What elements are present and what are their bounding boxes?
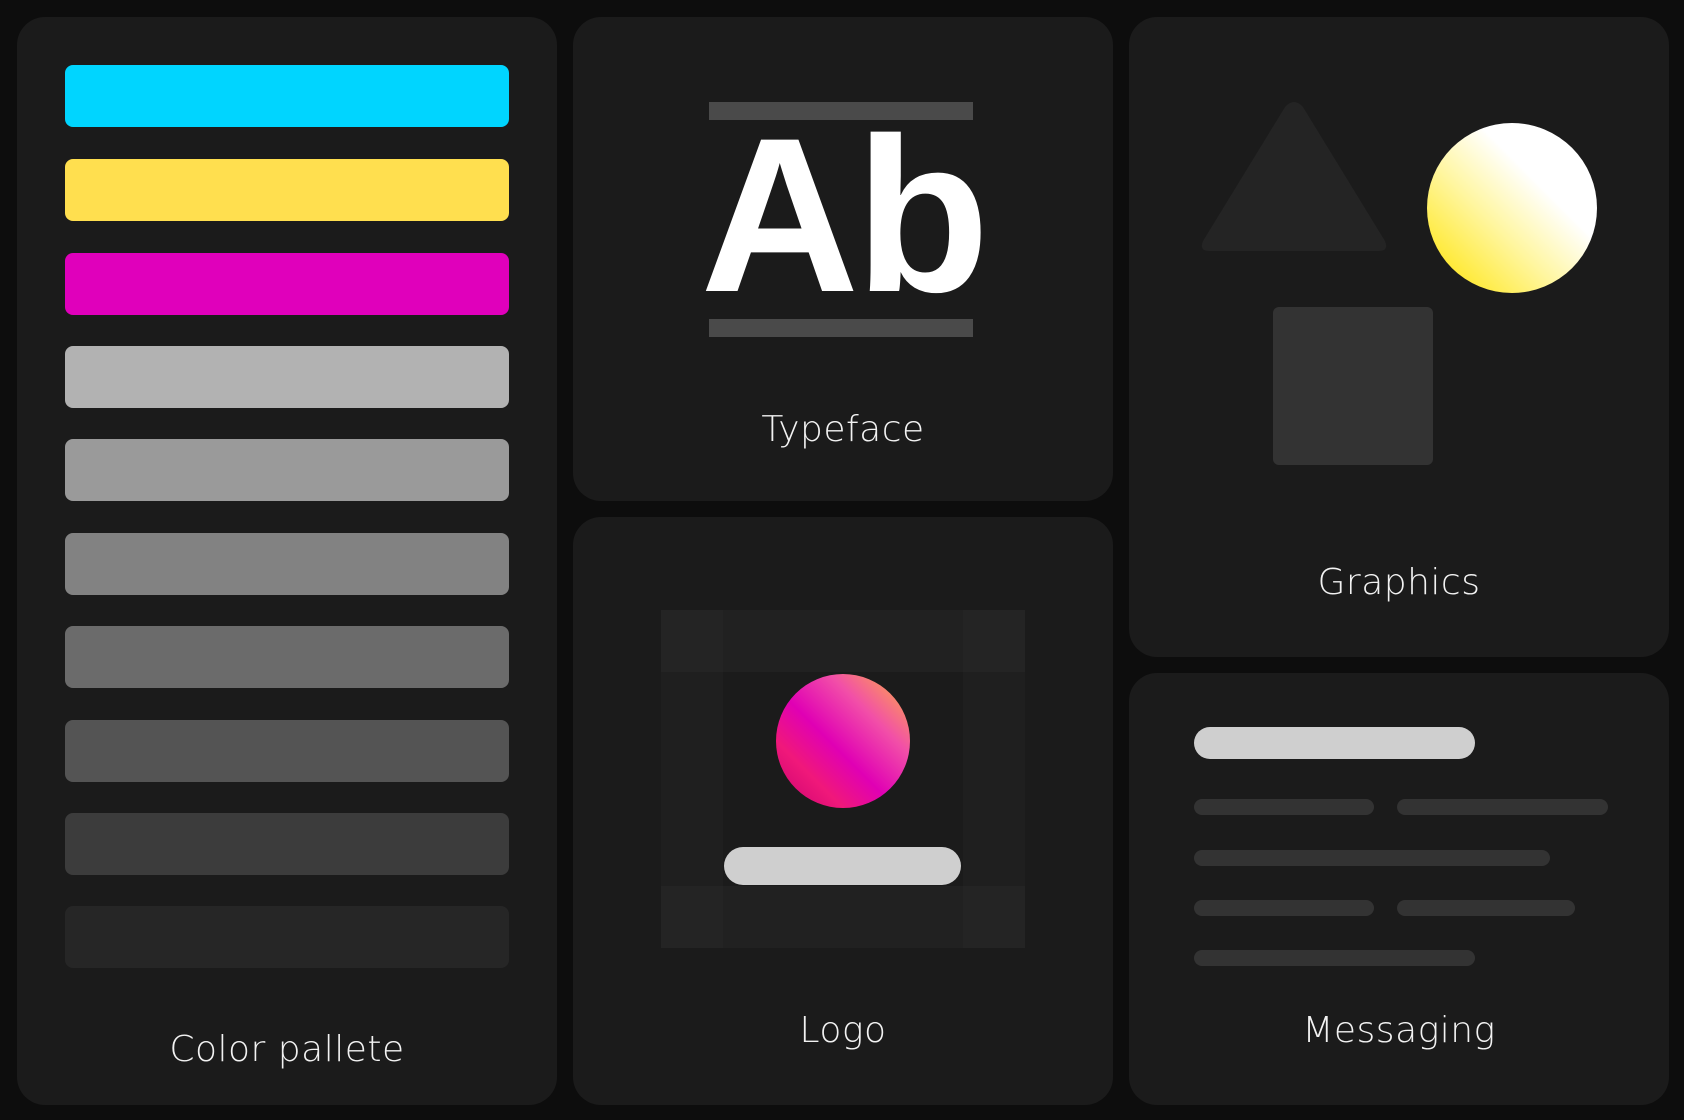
graphics-label: Graphics <box>1317 562 1481 603</box>
swatch-cyan <box>65 65 509 127</box>
brand-elements-canvas: Color pallete Ab Typeface Logo Graphics <box>0 0 1684 1120</box>
grid-cell <box>963 672 1025 886</box>
typeface-card: Ab Typeface <box>573 17 1113 501</box>
swatch-gray-6 <box>65 813 509 875</box>
typeface-label: Typeface <box>761 409 925 450</box>
typeface-sample: Ab <box>700 92 989 338</box>
message-line-placeholder <box>1194 900 1374 916</box>
message-line-placeholder <box>1194 850 1550 866</box>
typeface-bottom-rule <box>709 319 973 337</box>
message-line-placeholder <box>1194 799 1374 815</box>
square-shape-icon <box>1273 307 1433 465</box>
swatch-yellow <box>65 159 509 221</box>
grid-cell <box>723 610 963 672</box>
grid-cell <box>661 610 723 672</box>
color-palette-card: Color pallete <box>17 17 557 1105</box>
message-line-placeholder <box>1194 950 1475 966</box>
messaging-label: Messaging <box>1302 1010 1496 1051</box>
swatch-magenta <box>65 253 509 315</box>
circle-shape-icon <box>1427 123 1597 293</box>
color-palette-label: Color pallete <box>169 1029 405 1070</box>
messaging-card: Messaging <box>1129 673 1669 1105</box>
grid-cell <box>661 672 723 886</box>
message-line-placeholder <box>1397 799 1608 815</box>
swatch-gray-4 <box>65 626 509 688</box>
swatch-gray-3 <box>65 533 509 595</box>
grid-cell <box>661 886 723 948</box>
message-headline-placeholder <box>1194 727 1475 759</box>
grid-cell <box>963 610 1025 672</box>
logo-wordmark-placeholder <box>724 847 961 885</box>
swatch-gray-2 <box>65 439 509 501</box>
triangle-shape-icon <box>1201 102 1387 251</box>
swatch-gray-1 <box>65 346 509 408</box>
graphics-card: Graphics <box>1129 17 1669 657</box>
grid-cell <box>963 886 1025 948</box>
swatch-gray-7 <box>65 906 509 968</box>
logo-gradient-orb <box>776 674 910 808</box>
logo-card: Logo <box>573 517 1113 1105</box>
grid-cell <box>723 886 963 948</box>
swatch-gray-5 <box>65 720 509 782</box>
logo-label: Logo <box>799 1010 887 1051</box>
message-line-placeholder <box>1397 900 1575 916</box>
